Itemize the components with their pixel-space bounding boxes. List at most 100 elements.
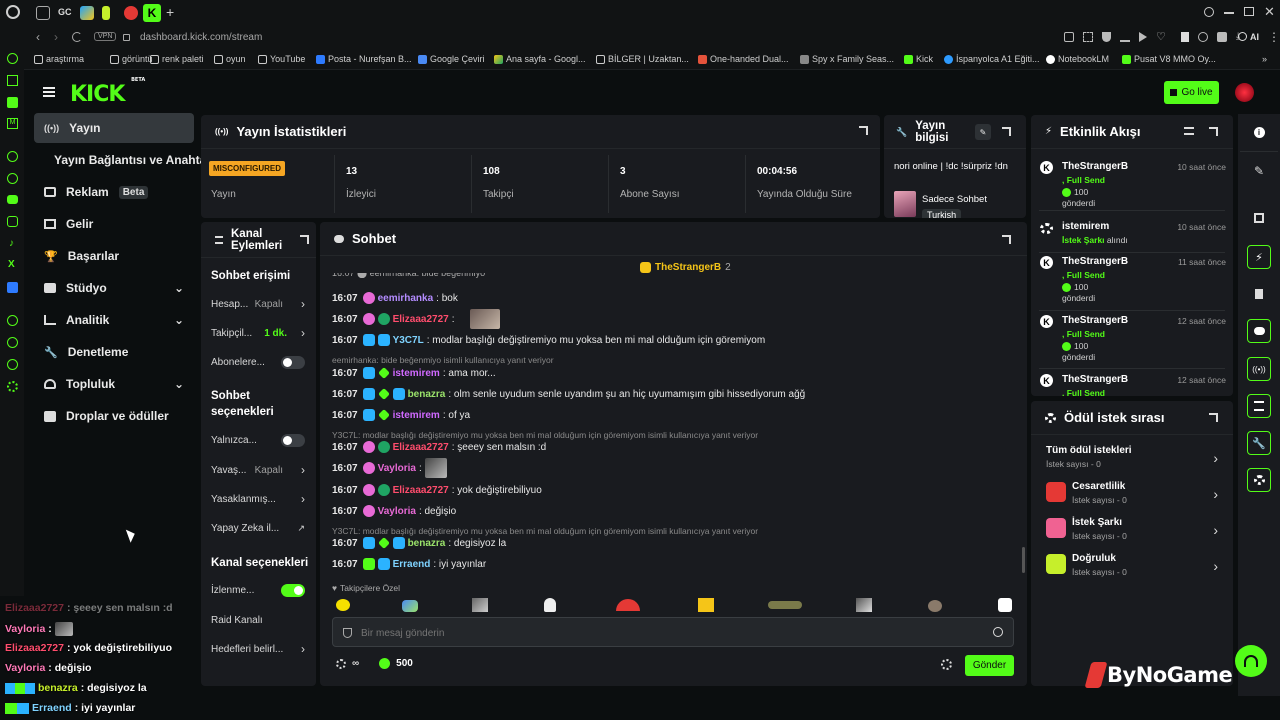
url-field[interactable]: dashboard.kick.com/stream bbox=[140, 32, 262, 43]
activity-item[interactable]: K TheStrangerB 10 saat önce , Full Send … bbox=[1040, 161, 1226, 208]
sidebar-speed-icon[interactable] bbox=[7, 53, 18, 64]
activity-item[interactable]: K TheStrangerB 11 saat önce , Full Send … bbox=[1040, 256, 1226, 303]
sidebar-chatgpt-icon[interactable] bbox=[7, 151, 18, 162]
pinned-gifter[interactable]: TheStrangerB 2 bbox=[640, 262, 731, 273]
emote-6[interactable] bbox=[698, 598, 714, 612]
chat-input-box[interactable] bbox=[332, 617, 1014, 647]
chat-message[interactable]: 16:07 Elizaaa2727: yok değiştirebiliyuo bbox=[332, 482, 542, 498]
emote-8[interactable] bbox=[856, 598, 872, 612]
emote-only-toggle[interactable] bbox=[281, 433, 305, 447]
chat-message[interactable]: 16:07 Elizaaa2727: şeeey sen malsın :d bbox=[332, 439, 546, 455]
bookmark-3[interactable]: renk paleti bbox=[150, 54, 204, 64]
reward-item[interactable]: Cesaretlilik İstek sayısı - 0 › bbox=[1046, 480, 1218, 508]
chat-message[interactable]: 16:07 Vayloria: değişio bbox=[332, 503, 456, 519]
reload-button[interactable] bbox=[72, 32, 82, 42]
sidebar-settings-icon[interactable] bbox=[7, 381, 18, 392]
nav-item-yayin[interactable]: ((•)) Yayın bbox=[34, 113, 194, 143]
edit-icon[interactable]: ✎ bbox=[975, 124, 991, 140]
minimize-button[interactable] bbox=[1224, 12, 1234, 14]
sidebar-player-icon[interactable] bbox=[7, 315, 18, 326]
nav-item-basarilar[interactable]: 🏆 Başarılar bbox=[34, 241, 194, 271]
row-watch-tracking[interactable]: İzlenme... bbox=[211, 580, 305, 600]
bookmark-12[interactable]: Kick bbox=[904, 54, 933, 64]
kick-logo[interactable]: KICK BETA bbox=[70, 77, 145, 107]
tab-play-icon[interactable] bbox=[80, 6, 94, 20]
expand-icon[interactable] bbox=[859, 126, 868, 135]
close-window-button[interactable]: ✕ bbox=[1264, 4, 1275, 20]
broadcast-icon[interactable]: ((•)) bbox=[1247, 357, 1271, 381]
chat-scrollbar[interactable] bbox=[1022, 547, 1025, 573]
chat-bubble-icon[interactable] bbox=[1247, 319, 1271, 343]
sidebar-whatsapp-icon[interactable] bbox=[7, 173, 18, 184]
opera-logo-icon[interactable] bbox=[6, 5, 20, 19]
forward-button[interactable]: › bbox=[54, 30, 58, 44]
emote-3[interactable] bbox=[472, 598, 488, 612]
nav-item-analitik[interactable]: Analitik ⌄ bbox=[34, 305, 194, 335]
nav-item-stream-key[interactable]: Yayın Bağlantısı ve Anahtarı bbox=[34, 145, 214, 175]
nav-item-denetleme[interactable]: 🔧 Denetleme bbox=[34, 337, 194, 367]
hamburger-menu-icon[interactable] bbox=[43, 87, 55, 97]
row-banned-words[interactable]: Yasaklanmış... › bbox=[211, 489, 305, 509]
tab-gc[interactable]: GC bbox=[58, 7, 72, 17]
reward-all-requests[interactable]: Tüm ödül istekleri İstek sayısı - 0 › bbox=[1046, 444, 1218, 472]
expand-icon[interactable] bbox=[1209, 127, 1218, 136]
emote-10[interactable] bbox=[998, 598, 1012, 612]
new-tab-button[interactable]: + bbox=[166, 4, 174, 20]
support-headset-button[interactable] bbox=[1235, 645, 1267, 677]
sidebar-tiktok-icon[interactable]: ♪ bbox=[9, 238, 14, 249]
row-goals[interactable]: Hedefleri belirl... › bbox=[211, 639, 305, 659]
pencil-icon[interactable]: ✎ bbox=[1247, 159, 1271, 183]
heart-icon[interactable]: ♡ bbox=[1156, 32, 1166, 43]
expand-icon[interactable] bbox=[1209, 413, 1218, 422]
chat-message[interactable]: 16:07 istemirem: ama mor... bbox=[332, 365, 496, 381]
tab-red-icon[interactable] bbox=[124, 6, 138, 20]
image-icon[interactable] bbox=[1216, 32, 1227, 42]
extensions-icon[interactable] bbox=[1197, 32, 1208, 42]
shield-icon[interactable] bbox=[1102, 32, 1111, 42]
sidebar-x-icon[interactable]: X bbox=[8, 259, 15, 270]
row-subscriber-only[interactable]: Abonelere... bbox=[211, 352, 305, 372]
chat-message[interactable]: 16:07 benazra: olm senle uyudum senle uya… bbox=[332, 386, 805, 402]
aria-ai-button[interactable]: AI bbox=[1238, 32, 1259, 42]
back-button[interactable]: ‹ bbox=[36, 30, 40, 44]
sidebar-aria-icon[interactable] bbox=[7, 75, 18, 86]
bookmark-14[interactable]: NotebookLM bbox=[1046, 54, 1109, 64]
bookmark-5[interactable]: YouTube bbox=[258, 54, 305, 64]
bookmark-13[interactable]: İspanyolca A1 Eğiti... bbox=[944, 54, 1040, 64]
filter-icon[interactable] bbox=[1184, 127, 1194, 135]
sidebar-clock-icon[interactable] bbox=[7, 359, 18, 370]
row-raid-channel[interactable]: Raid Kanalı bbox=[211, 610, 305, 630]
tab-stats-icon[interactable] bbox=[102, 6, 110, 20]
row-account-age[interactable]: Hesap... Kapalı › bbox=[211, 294, 305, 314]
watch-tracking-toggle[interactable] bbox=[281, 583, 305, 597]
reward-bubbles-icon[interactable] bbox=[1247, 468, 1271, 492]
bookmark-15[interactable]: Pusat V8 MMO Oy... bbox=[1122, 54, 1216, 64]
lightning-icon[interactable]: ⚡ bbox=[1247, 245, 1271, 269]
list-icon[interactable] bbox=[1247, 394, 1271, 418]
bookmark-10[interactable]: One-handed Dual... bbox=[698, 54, 789, 64]
tab-kick-icon[interactable]: K bbox=[143, 4, 161, 22]
activity-item[interactable]: K TheStrangerB 12 saat önce , Full Send bbox=[1040, 374, 1226, 396]
emote-5[interactable] bbox=[616, 599, 640, 611]
tab-mail-icon[interactable] bbox=[36, 6, 50, 20]
bookmark-6[interactable]: Posta - Nurefşan B... bbox=[316, 54, 412, 64]
sidebar-m-icon[interactable]: M bbox=[7, 118, 18, 129]
emote-1[interactable] bbox=[336, 599, 350, 611]
go-live-button[interactable]: Go live bbox=[1164, 81, 1219, 104]
menu-dots-icon[interactable]: ⋮ bbox=[1268, 30, 1280, 44]
row-follower-only[interactable]: Takipçil... 1 dk. › bbox=[211, 323, 305, 343]
bookmarks-more[interactable]: » bbox=[1262, 54, 1267, 64]
activity-item[interactable]: istemirem 10 saat önce İstek Şarkı alınd… bbox=[1040, 221, 1226, 247]
nav-item-reklam[interactable]: Reklam Beta bbox=[34, 177, 194, 207]
expand-icon[interactable] bbox=[1002, 235, 1011, 244]
wrench-icon[interactable]: 🔧 bbox=[1247, 431, 1271, 455]
maximize-button[interactable] bbox=[1244, 7, 1254, 16]
info-icon[interactable]: i bbox=[1247, 120, 1271, 144]
bookmark-11[interactable]: Spy x Family Seas... bbox=[800, 54, 894, 64]
reward-item[interactable]: İstek Şarkı İstek sayısı - 0 › bbox=[1046, 516, 1218, 544]
bookmark-7[interactable]: Google Çeviri bbox=[418, 54, 485, 64]
subscriber-only-toggle[interactable] bbox=[281, 355, 305, 369]
sidebar-crypto-icon[interactable] bbox=[7, 97, 18, 108]
emote-2[interactable] bbox=[402, 600, 418, 612]
chat-message[interactable]: 16:07 benazra: degisiyoz la bbox=[332, 535, 506, 551]
